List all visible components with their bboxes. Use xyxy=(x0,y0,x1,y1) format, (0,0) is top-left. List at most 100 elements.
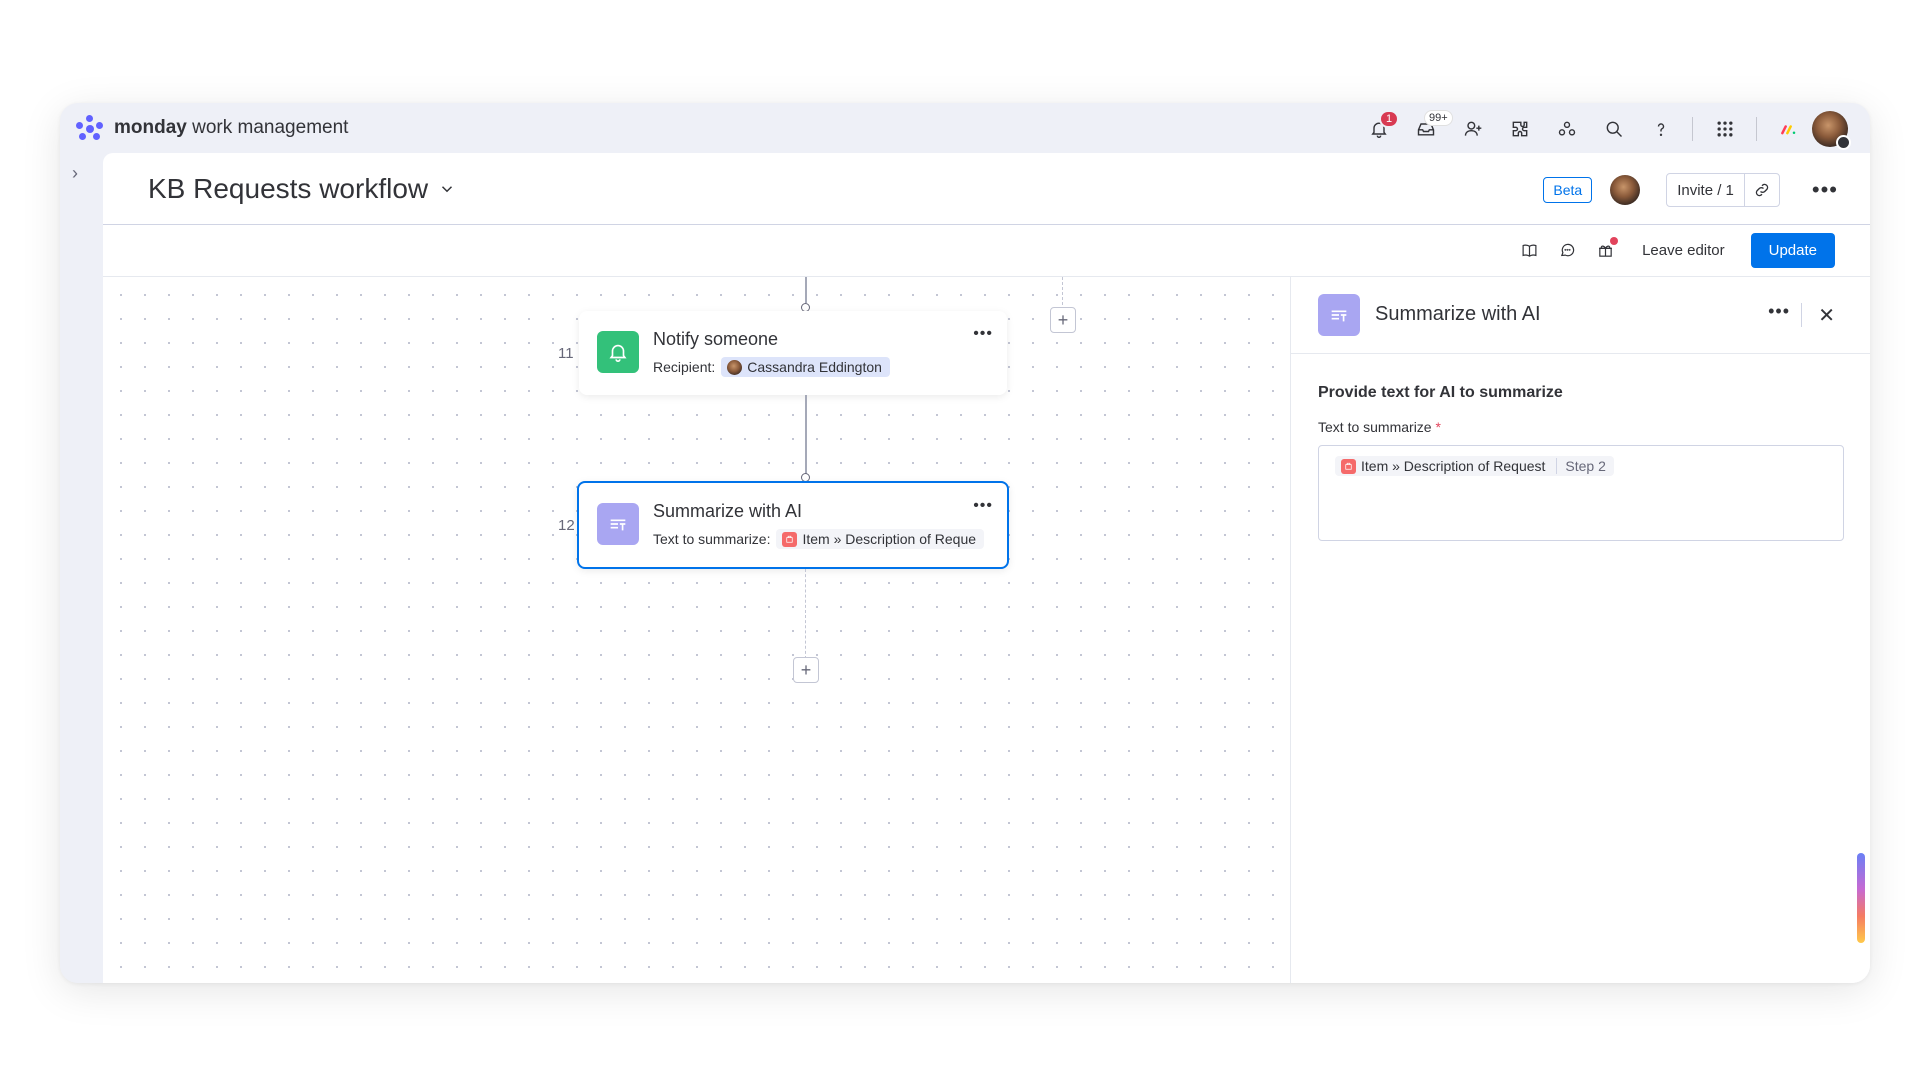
expand-sidebar-icon[interactable]: › xyxy=(72,163,78,184)
brand-name: monday work management xyxy=(114,117,349,138)
invite-members-button[interactable] xyxy=(1449,112,1496,146)
search-button[interactable] xyxy=(1590,112,1637,146)
field-step-label: Step 2 xyxy=(1556,458,1606,474)
invite-group: Invite / 1 xyxy=(1666,173,1780,207)
item-column-icon xyxy=(782,531,798,547)
link-icon xyxy=(1755,183,1769,197)
panel-header: Summarize with AI ••• ✕ xyxy=(1291,277,1870,354)
invite-member-icon xyxy=(1464,121,1481,136)
item-field-chip: Item » Description of Reque xyxy=(776,529,985,549)
workflow-canvas[interactable]: + 11 Notify someone Recipient: Cassandra… xyxy=(103,277,1290,983)
connector-dashed xyxy=(805,569,806,659)
toolbar-actions: Leave editor Update xyxy=(1518,233,1835,268)
feedback-button[interactable] xyxy=(1556,240,1578,262)
step-number: 12 xyxy=(558,517,575,534)
inbox-button[interactable]: 99+ xyxy=(1402,110,1453,146)
close-icon[interactable]: ✕ xyxy=(1818,303,1835,328)
product-switcher-button[interactable] xyxy=(1765,112,1812,146)
user-avatar[interactable] xyxy=(1812,111,1851,150)
chevron-down-icon xyxy=(442,186,453,193)
help-icon xyxy=(1657,123,1664,137)
notifications-button[interactable]: 1 xyxy=(1355,110,1402,146)
top-bar-icons: 1 99+ xyxy=(1355,110,1851,150)
invite-button[interactable]: Invite / 1 xyxy=(1667,174,1745,206)
step-summary: Text to summarize: Item » Description of… xyxy=(653,529,1003,549)
panel-section-title: Provide text for AI to summarize xyxy=(1318,384,1563,401)
step-summary: Recipient: Cassandra Eddington xyxy=(653,357,890,377)
book-icon xyxy=(1522,244,1537,257)
step-more-icon[interactable]: ••• xyxy=(973,497,993,515)
main-area: KB Requests workflow Beta Invite / 1 ••• xyxy=(103,153,1870,983)
ai-summarize-icon xyxy=(610,519,626,531)
notifications-badge: 1 xyxy=(1379,110,1400,128)
step-title: Notify someone xyxy=(653,329,779,349)
step-card-notify[interactable]: Notify someone Recipient: Cassandra Eddi… xyxy=(579,311,1007,395)
chat-icon xyxy=(1560,243,1574,257)
editor-toolbar: Leave editor Update xyxy=(103,225,1870,277)
step-title: Summarize with AI xyxy=(653,501,803,521)
step-card-summarize[interactable]: Summarize with AI Text to summarize: Ite… xyxy=(577,481,1009,569)
app-window: monday work management 1 99+ › KB Reques… xyxy=(60,103,1870,983)
step-field-label: Text to summarize: xyxy=(653,531,771,547)
product-switcher-icon xyxy=(1780,125,1795,135)
page-title: KB Requests workflow xyxy=(148,173,429,204)
update-button[interactable]: Update xyxy=(1750,233,1835,268)
required-mark: * xyxy=(1435,419,1441,435)
header-actions: Beta Invite / 1 ••• xyxy=(1543,173,1838,207)
monday-logo[interactable]: monday work management xyxy=(76,115,348,141)
add-branch-button[interactable]: + xyxy=(1050,307,1076,333)
integrations-icon xyxy=(1512,121,1527,137)
step-more-icon[interactable]: ••• xyxy=(973,325,993,343)
ai-summarize-icon xyxy=(1331,310,1347,322)
field-value-text: Item » Description of Request xyxy=(1361,458,1546,474)
recipient-avatar xyxy=(727,359,743,375)
board-header: KB Requests workflow Beta Invite / 1 ••• xyxy=(103,153,1870,225)
text-to-summarize-label: Text to summarize * xyxy=(1318,419,1441,435)
top-bar-divider xyxy=(1692,117,1693,141)
board-title-button[interactable]: KB Requests workflow xyxy=(148,173,456,205)
leave-editor-button[interactable]: Leave editor xyxy=(1632,242,1735,259)
connector-dashed xyxy=(1062,277,1063,305)
beta-badge: Beta xyxy=(1543,177,1593,203)
connector-line xyxy=(805,395,807,477)
step-field-label: Recipient: xyxy=(653,359,716,375)
left-sidebar: › xyxy=(60,153,103,983)
whats-new-button[interactable] xyxy=(1594,236,1619,262)
board-member-avatar[interactable] xyxy=(1610,175,1641,205)
panel-header-divider xyxy=(1801,303,1802,327)
new-indicator-dot xyxy=(1610,236,1619,245)
panel-title: Summarize with AI xyxy=(1375,303,1541,325)
top-bar-divider xyxy=(1756,117,1757,141)
copy-link-button[interactable] xyxy=(1745,174,1779,206)
monday-logo-icon xyxy=(76,115,104,141)
text-to-summarize-field[interactable]: Item » Description of Request Step 2 xyxy=(1318,445,1844,541)
marketplace-button[interactable] xyxy=(1543,112,1590,146)
apps-grid-icon xyxy=(1717,121,1732,137)
search-icon xyxy=(1606,121,1622,138)
field-label-text: Text to summarize xyxy=(1318,419,1432,435)
item-field-text: Item » Description of Reque xyxy=(802,531,977,547)
ai-assistant-scroll-indicator[interactable] xyxy=(1857,853,1865,943)
step-icon-box xyxy=(597,331,639,373)
user-status-icon xyxy=(1836,135,1851,150)
recipient-name: Cassandra Eddington xyxy=(747,359,882,375)
step-details-panel: Summarize with AI ••• ✕ Provide text for… xyxy=(1290,277,1870,983)
panel-more-icon[interactable]: ••• xyxy=(1768,301,1790,322)
step-icon-box xyxy=(597,503,639,545)
integrations-button[interactable] xyxy=(1496,112,1543,146)
step-number: 11 xyxy=(558,345,574,362)
guide-button[interactable] xyxy=(1518,240,1540,262)
connector-line xyxy=(805,277,807,303)
help-button[interactable] xyxy=(1637,112,1684,146)
item-column-icon xyxy=(1341,458,1356,474)
gift-icon xyxy=(1598,245,1612,257)
marketplace-icon xyxy=(1558,121,1575,136)
recipient-chip: Cassandra Eddington xyxy=(721,357,890,377)
add-step-button[interactable]: + xyxy=(793,657,819,683)
field-value-chip[interactable]: Item » Description of Request Step 2 xyxy=(1335,456,1614,476)
top-bar: monday work management 1 99+ xyxy=(60,103,1870,153)
apps-grid-button[interactable] xyxy=(1701,112,1748,146)
more-options-icon[interactable]: ••• xyxy=(1812,177,1838,203)
bell-icon xyxy=(609,344,627,362)
panel-step-icon xyxy=(1318,294,1360,336)
